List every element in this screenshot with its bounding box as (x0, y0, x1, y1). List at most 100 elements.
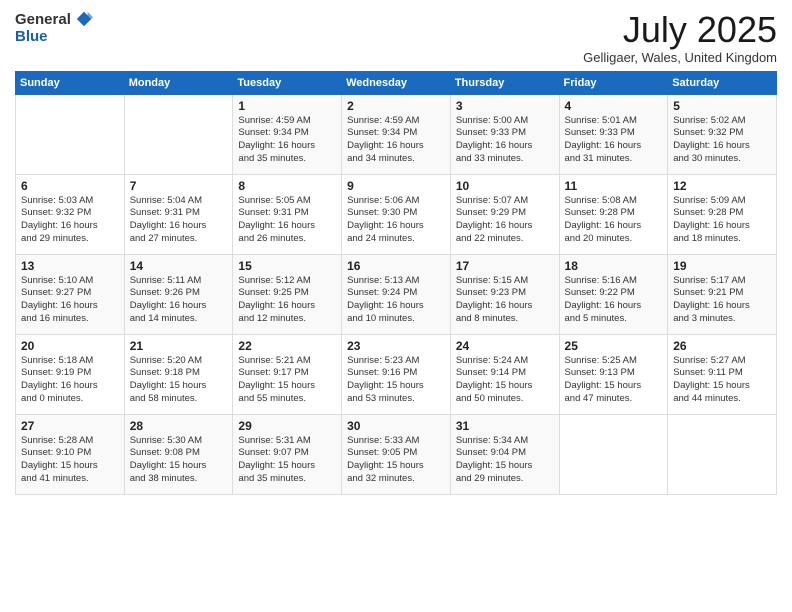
calendar-cell: 31 Sunrise: 5:34 AM Sunset: 9:04 PM Dayli… (450, 414, 559, 494)
day-info: Sunrise: 5:15 AM Sunset: 9:23 PM Dayligh… (456, 275, 554, 326)
day-number: 4 (565, 99, 663, 113)
calendar-week-row: 6 Sunrise: 5:03 AM Sunset: 9:32 PM Daylig… (16, 174, 777, 254)
day-number: 14 (130, 259, 228, 273)
weekday-header: Thursday (450, 71, 559, 94)
day-info: Sunrise: 5:27 AM Sunset: 9:11 PM Dayligh… (673, 355, 771, 406)
day-number: 8 (238, 179, 336, 193)
calendar-cell: 12 Sunrise: 5:09 AM Sunset: 9:28 PM Dayli… (668, 174, 777, 254)
calendar-cell: 11 Sunrise: 5:08 AM Sunset: 9:28 PM Dayli… (559, 174, 668, 254)
weekday-header: Saturday (668, 71, 777, 94)
day-number: 30 (347, 419, 445, 433)
day-info: Sunrise: 5:01 AM Sunset: 9:33 PM Dayligh… (565, 115, 663, 166)
day-number: 25 (565, 339, 663, 353)
calendar-week-row: 13 Sunrise: 5:10 AM Sunset: 9:27 PM Dayli… (16, 254, 777, 334)
calendar-cell: 30 Sunrise: 5:33 AM Sunset: 9:05 PM Dayli… (342, 414, 451, 494)
day-info: Sunrise: 5:12 AM Sunset: 9:25 PM Dayligh… (238, 275, 336, 326)
day-info: Sunrise: 5:05 AM Sunset: 9:31 PM Dayligh… (238, 195, 336, 246)
day-number: 22 (238, 339, 336, 353)
header: General Blue July 2025 Gelligaer, Wales,… (15, 10, 777, 65)
day-info: Sunrise: 5:13 AM Sunset: 9:24 PM Dayligh… (347, 275, 445, 326)
calendar-cell: 7 Sunrise: 5:04 AM Sunset: 9:31 PM Daylig… (124, 174, 233, 254)
day-info: Sunrise: 5:16 AM Sunset: 9:22 PM Dayligh… (565, 275, 663, 326)
weekday-header: Wednesday (342, 71, 451, 94)
day-number: 12 (673, 179, 771, 193)
day-info: Sunrise: 5:28 AM Sunset: 9:10 PM Dayligh… (21, 435, 119, 486)
day-info: Sunrise: 4:59 AM Sunset: 9:34 PM Dayligh… (238, 115, 336, 166)
calendar-cell: 10 Sunrise: 5:07 AM Sunset: 9:29 PM Dayli… (450, 174, 559, 254)
day-info: Sunrise: 5:17 AM Sunset: 9:21 PM Dayligh… (673, 275, 771, 326)
day-info: Sunrise: 5:09 AM Sunset: 9:28 PM Dayligh… (673, 195, 771, 246)
day-info: Sunrise: 5:23 AM Sunset: 9:16 PM Dayligh… (347, 355, 445, 406)
page: General Blue July 2025 Gelligaer, Wales,… (0, 0, 792, 612)
calendar-cell: 29 Sunrise: 5:31 AM Sunset: 9:07 PM Dayli… (233, 414, 342, 494)
day-number: 20 (21, 339, 119, 353)
day-info: Sunrise: 5:06 AM Sunset: 9:30 PM Dayligh… (347, 195, 445, 246)
calendar-cell: 15Sunrise: 5:12 AM Sunset: 9:25 PM Dayli… (233, 254, 342, 334)
day-number: 27 (21, 419, 119, 433)
day-number: 24 (456, 339, 554, 353)
day-number: 1 (238, 99, 336, 113)
day-info: Sunrise: 5:20 AM Sunset: 9:18 PM Dayligh… (130, 355, 228, 406)
calendar-cell: 5Sunrise: 5:02 AM Sunset: 9:32 PM Daylig… (668, 94, 777, 174)
day-info: Sunrise: 5:33 AM Sunset: 9:05 PM Dayligh… (347, 435, 445, 486)
day-info: Sunrise: 5:02 AM Sunset: 9:32 PM Dayligh… (673, 115, 771, 166)
day-number: 18 (565, 259, 663, 273)
calendar-cell (16, 94, 125, 174)
day-number: 7 (130, 179, 228, 193)
day-info: Sunrise: 5:30 AM Sunset: 9:08 PM Dayligh… (130, 435, 228, 486)
day-info: Sunrise: 5:08 AM Sunset: 9:28 PM Dayligh… (565, 195, 663, 246)
day-info: Sunrise: 5:10 AM Sunset: 9:27 PM Dayligh… (21, 275, 119, 326)
day-info: Sunrise: 5:00 AM Sunset: 9:33 PM Dayligh… (456, 115, 554, 166)
day-info: Sunrise: 4:59 AM Sunset: 9:34 PM Dayligh… (347, 115, 445, 166)
day-number: 6 (21, 179, 119, 193)
calendar-cell: 3 Sunrise: 5:00 AM Sunset: 9:33 PM Daylig… (450, 94, 559, 174)
title-area: July 2025 Gelligaer, Wales, United Kingd… (583, 10, 777, 65)
day-number: 19 (673, 259, 771, 273)
calendar-cell: 16 Sunrise: 5:13 AM Sunset: 9:24 PM Dayli… (342, 254, 451, 334)
day-number: 31 (456, 419, 554, 433)
calendar-cell: 22 Sunrise: 5:21 AM Sunset: 9:17 PM Dayli… (233, 334, 342, 414)
day-number: 10 (456, 179, 554, 193)
calendar-week-row: 27 Sunrise: 5:28 AM Sunset: 9:10 PM Dayli… (16, 414, 777, 494)
weekday-header: Tuesday (233, 71, 342, 94)
calendar-cell: 24Sunrise: 5:24 AM Sunset: 9:14 PM Dayli… (450, 334, 559, 414)
calendar-cell: 6 Sunrise: 5:03 AM Sunset: 9:32 PM Daylig… (16, 174, 125, 254)
day-info: Sunrise: 5:18 AM Sunset: 9:19 PM Dayligh… (21, 355, 119, 406)
day-number: 29 (238, 419, 336, 433)
weekday-header: Friday (559, 71, 668, 94)
day-info: Sunrise: 5:03 AM Sunset: 9:32 PM Dayligh… (21, 195, 119, 246)
day-number: 13 (21, 259, 119, 273)
day-info: Sunrise: 5:11 AM Sunset: 9:26 PM Dayligh… (130, 275, 228, 326)
day-info: Sunrise: 5:25 AM Sunset: 9:13 PM Dayligh… (565, 355, 663, 406)
calendar-cell: 13 Sunrise: 5:10 AM Sunset: 9:27 PM Dayli… (16, 254, 125, 334)
calendar-week-row: 20 Sunrise: 5:18 AM Sunset: 9:19 PM Dayli… (16, 334, 777, 414)
calendar-cell: 27 Sunrise: 5:28 AM Sunset: 9:10 PM Dayli… (16, 414, 125, 494)
logo-blue: Blue (15, 28, 48, 45)
calendar-cell: 2Sunrise: 4:59 AM Sunset: 9:34 PM Daylig… (342, 94, 451, 174)
calendar-header-row: SundayMondayTuesdayWednesdayThursdayFrid… (16, 71, 777, 94)
calendar-cell (559, 414, 668, 494)
weekday-header: Sunday (16, 71, 125, 94)
day-number: 16 (347, 259, 445, 273)
calendar: SundayMondayTuesdayWednesdayThursdayFrid… (15, 71, 777, 495)
day-info: Sunrise: 5:34 AM Sunset: 9:04 PM Dayligh… (456, 435, 554, 486)
calendar-cell: 1 Sunrise: 4:59 AM Sunset: 9:34 PM Daylig… (233, 94, 342, 174)
calendar-cell: 19 Sunrise: 5:17 AM Sunset: 9:21 PM Dayli… (668, 254, 777, 334)
month-title: July 2025 (583, 10, 777, 50)
day-info: Sunrise: 5:21 AM Sunset: 9:17 PM Dayligh… (238, 355, 336, 406)
day-number: 3 (456, 99, 554, 113)
calendar-cell: 9 Sunrise: 5:06 AM Sunset: 9:30 PM Daylig… (342, 174, 451, 254)
day-info: Sunrise: 5:31 AM Sunset: 9:07 PM Dayligh… (238, 435, 336, 486)
calendar-cell (668, 414, 777, 494)
calendar-cell: 18 Sunrise: 5:16 AM Sunset: 9:22 PM Dayli… (559, 254, 668, 334)
location: Gelligaer, Wales, United Kingdom (583, 50, 777, 65)
day-number: 9 (347, 179, 445, 193)
day-info: Sunrise: 5:04 AM Sunset: 9:31 PM Dayligh… (130, 195, 228, 246)
calendar-cell: 4 Sunrise: 5:01 AM Sunset: 9:33 PM Daylig… (559, 94, 668, 174)
day-info: Sunrise: 5:07 AM Sunset: 9:29 PM Dayligh… (456, 195, 554, 246)
day-number: 21 (130, 339, 228, 353)
logo: General Blue (15, 10, 93, 45)
day-number: 11 (565, 179, 663, 193)
calendar-cell (124, 94, 233, 174)
day-number: 17 (456, 259, 554, 273)
